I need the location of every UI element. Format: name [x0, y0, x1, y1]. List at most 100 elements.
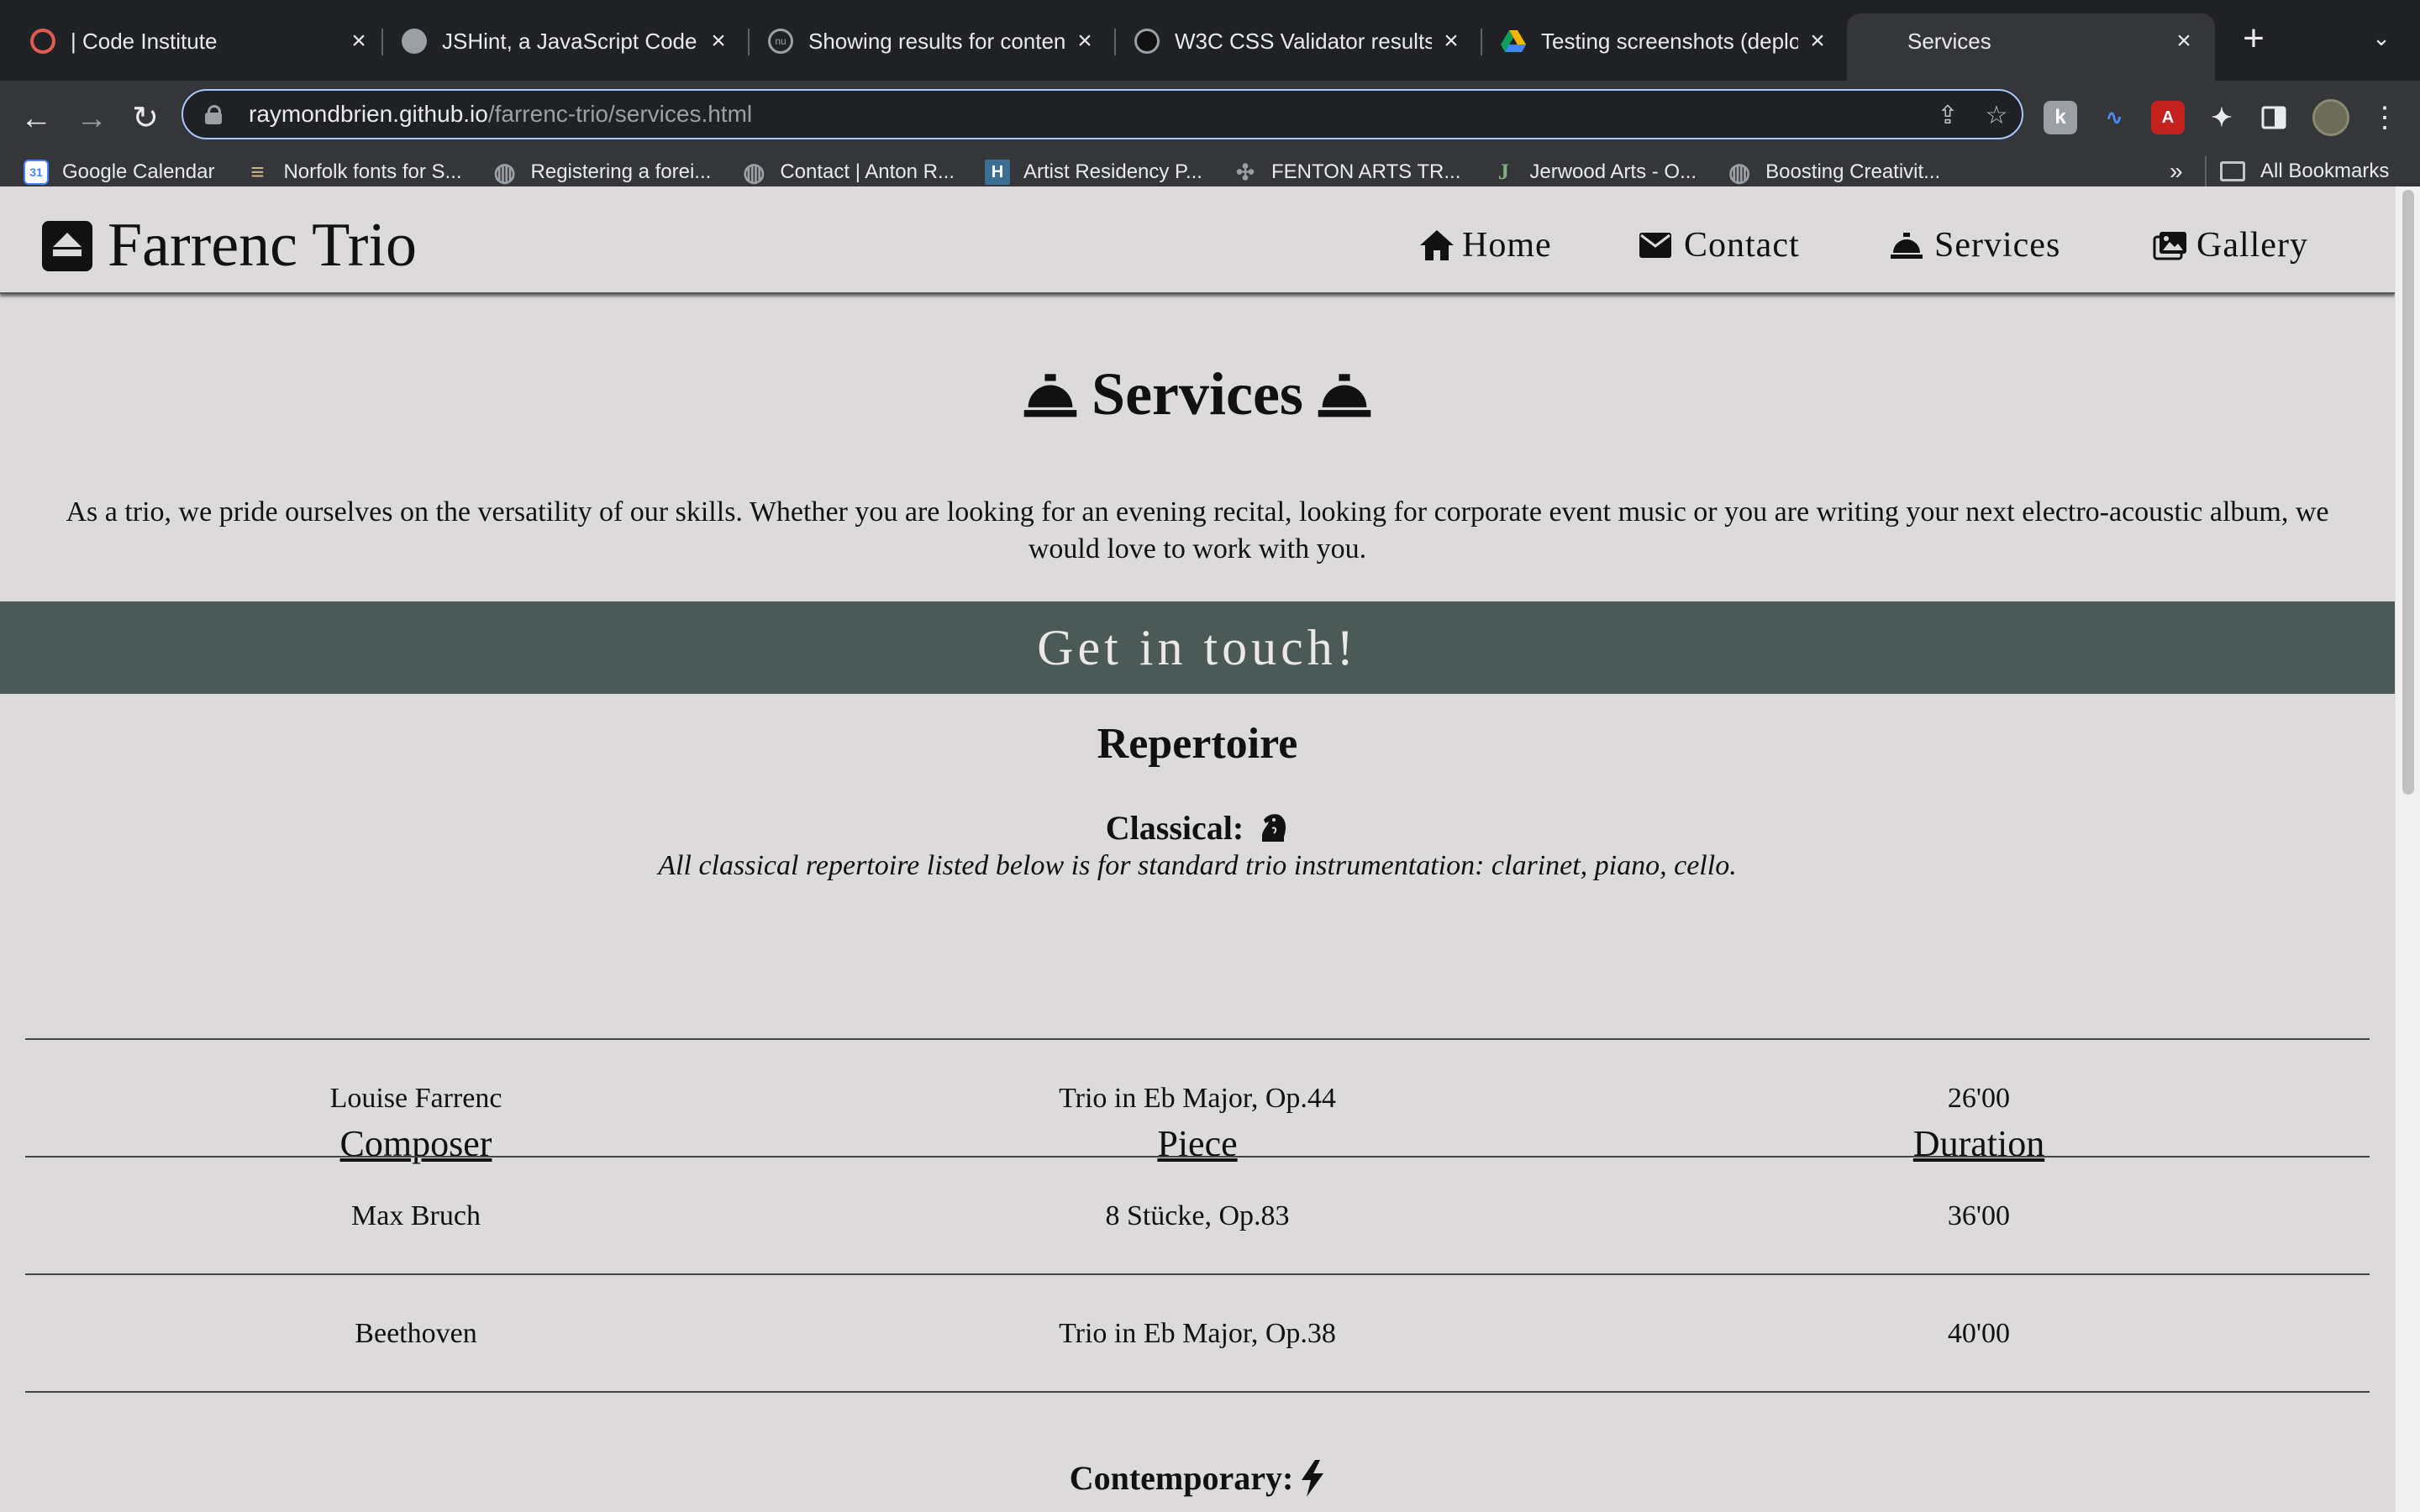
bookmark-star-icon[interactable]: ☆ [1981, 101, 2012, 131]
nav-contact-link[interactable]: Contact [1639, 225, 1800, 265]
get-in-touch-button[interactable]: Get in touch! [0, 601, 2395, 694]
nav-home-link[interactable]: Home [1418, 225, 1552, 265]
page-title: Services [0, 360, 2395, 429]
bookmark-item[interactable]: H Artist Residency P... [985, 160, 1202, 185]
fonts-icon: ≡ [250, 159, 265, 185]
extensions-puzzle-icon[interactable]: ✦ [2205, 101, 2238, 134]
bookmark-item[interactable]: ◍ Boosting Creativit... [1727, 158, 1940, 186]
nav-gallery-link[interactable]: Gallery [2153, 225, 2308, 265]
tab-close-icon[interactable]: × [1805, 27, 1830, 55]
images-icon [2153, 232, 2186, 260]
table-row: Max Bruch 8 Stücke, Op.83 36'00 [25, 1158, 2370, 1275]
bookmark-item[interactable]: ◍ Registering a forei... [492, 159, 711, 186]
calendar-icon: 31 [24, 160, 49, 185]
lock-icon[interactable] [205, 105, 222, 124]
new-tab-icon[interactable]: + [2235, 20, 2272, 59]
envelope-icon [1639, 233, 1671, 258]
fenton-icon: ✣ [1236, 159, 1255, 185]
duration-cell: 40'00 [1947, 1318, 2011, 1349]
url-text[interactable]: raymondbrien.github.io/farrenc-trio/serv… [249, 101, 752, 128]
globe-icon: ◍ [1728, 158, 1751, 186]
tab-divider [381, 29, 383, 55]
table-divider [25, 1391, 2370, 1393]
profile-avatar[interactable] [2312, 99, 2349, 136]
extension-k-icon[interactable]: k [2044, 101, 2077, 134]
services-intro: As a trio, we pride ourselves on the ver… [66, 496, 2329, 564]
h-logo-icon: H [985, 160, 1010, 185]
bookmarks-overflow-icon[interactable]: » [2170, 158, 2183, 185]
browser-tab[interactable]: | Code Institute × [30, 13, 371, 69]
classical-heading: Classical: [0, 808, 2395, 848]
side-panel-icon[interactable] [2257, 101, 2291, 134]
eject-square-icon [42, 220, 92, 271]
tab-divider [748, 29, 750, 55]
tab-close-icon[interactable]: × [2171, 27, 2196, 55]
tab-title: W3C CSS Validator results [1175, 28, 1432, 54]
browser-tab[interactable]: W3C CSS Validator results × [1134, 13, 1464, 69]
concierge-bell-icon [1891, 233, 1923, 259]
table-row: Beethoven Trio in Eb Major, Op.38 40'00 [25, 1275, 2370, 1393]
tab-title: JSHint, a JavaScript Code [442, 28, 697, 54]
page-viewport: Farrenc Trio Home Contact Services Galle… [0, 186, 2395, 1512]
bookmark-item[interactable]: ≡ Norfolk fonts for S... [245, 159, 461, 185]
extension-wave-icon[interactable]: ∿ [2097, 101, 2131, 134]
nav-services-link[interactable]: Services [1891, 225, 2060, 265]
scrollbar-thumb[interactable] [2402, 190, 2414, 795]
forward-arrow-icon[interactable]: → [71, 97, 113, 139]
composer-cell: Max Bruch [351, 1200, 481, 1231]
home-icon [1420, 230, 1454, 260]
site-header: Farrenc Trio Home Contact Services Galle… [0, 186, 2395, 294]
jerwood-icon: J [1497, 160, 1509, 184]
tab-divider [1114, 29, 1116, 55]
folder-icon [2220, 161, 2245, 181]
bookmarks-divider [2205, 156, 2207, 186]
tab-title: Showing results for conten [808, 28, 1065, 54]
w3c-nu-icon: nu [768, 29, 793, 54]
browser-tab-strip: | Code Institute × JSHint, a JavaScript … [0, 0, 2420, 81]
share-icon[interactable]: ⇪ [1933, 101, 1963, 131]
tab-close-icon[interactable]: × [1439, 27, 1464, 55]
bookmark-item[interactable]: ✣ FENTON ARTS TR... [1233, 160, 1460, 185]
browser-menu-icon[interactable]: ⋮ [2370, 99, 2400, 136]
bookmark-item[interactable]: ◍ Contact | Anton R... [741, 158, 955, 186]
tab-close-icon[interactable]: × [706, 27, 731, 55]
brand-logo-link[interactable]: Farrenc Trio [42, 210, 417, 281]
tab-close-icon[interactable]: × [1072, 27, 1097, 55]
duration-cell: 26'00 [1947, 1083, 2011, 1114]
reload-icon[interactable]: ↻ [124, 97, 166, 139]
all-bookmarks-button[interactable]: All Bookmarks [2220, 153, 2389, 190]
address-bar[interactable]: raymondbrien.github.io/farrenc-trio/serv… [182, 89, 2023, 139]
globe-icon: ◍ [743, 158, 765, 186]
google-drive-icon [1501, 29, 1526, 54]
duration-cell: 36'00 [1947, 1200, 2011, 1231]
piece-cell: 8 Stücke, Op.83 [1105, 1200, 1290, 1231]
chess-knight-icon [1262, 813, 1286, 842]
browser-tab-active[interactable]: Services × [1847, 13, 2215, 81]
tab-title: Services [1907, 28, 1991, 54]
browser-tab[interactable]: Testing screenshots (deplo × [1501, 13, 1830, 69]
globe-icon [402, 29, 427, 54]
tab-search-chevron-icon[interactable]: ⌄ [2365, 25, 2398, 59]
page-scrollbar[interactable] [2395, 186, 2420, 1512]
composer-cell: Beethoven [355, 1318, 477, 1349]
extension-pdf-icon[interactable]: A [2151, 101, 2185, 134]
brand-name: Farrenc Trio [108, 211, 417, 280]
concierge-bell-icon [1318, 373, 1371, 417]
w3c-icon [1134, 29, 1160, 54]
bookmark-item[interactable]: J Jerwood Arts - O... [1491, 160, 1697, 185]
bookmark-item[interactable]: 31 Google Calendar [24, 160, 214, 185]
tab-close-icon[interactable]: × [346, 27, 371, 55]
tab-title: Testing screenshots (deplo [1541, 28, 1798, 54]
tab-title: | Code Institute [71, 28, 218, 54]
concierge-bell-icon [1023, 373, 1077, 417]
piece-cell: Trio in Eb Major, Op.38 [1059, 1318, 1336, 1349]
browser-tab[interactable]: JSHint, a JavaScript Code × [402, 13, 731, 69]
browser-tab[interactable]: nu Showing results for conten × [768, 13, 1097, 69]
browser-toolbar: ← → ↻ raymondbrien.github.io/farrenc-tri… [0, 81, 2420, 203]
back-arrow-icon[interactable]: ← [15, 97, 57, 139]
lightning-bolt-icon [1302, 1459, 1324, 1497]
tab-divider [1481, 29, 1482, 55]
repertoire-heading: Repertoire [1097, 720, 1298, 768]
table-row: Louise Farrenc Trio in Eb Major, Op.44 2… [25, 1040, 2370, 1158]
code-institute-icon [30, 29, 55, 54]
